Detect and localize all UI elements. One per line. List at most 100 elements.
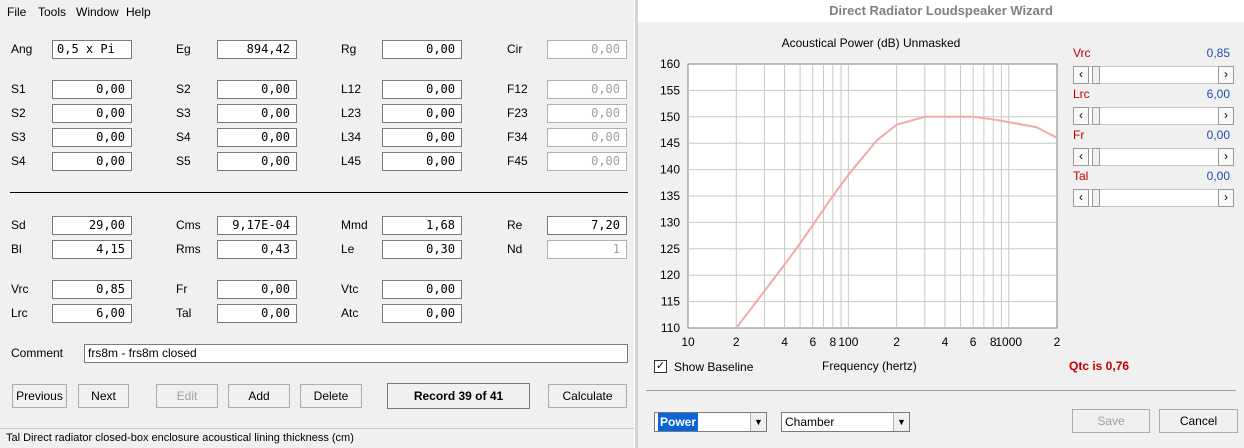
menu-file[interactable]: File — [7, 5, 26, 19]
param-field-lrc[interactable]: 6,00 — [52, 304, 132, 323]
mode-select-value: Power — [658, 413, 699, 431]
cancel-button[interactable]: Cancel — [1159, 409, 1238, 433]
param-field-l34[interactable]: 0,00 — [382, 128, 462, 147]
param-label-ang: Ang — [11, 42, 33, 56]
slider-thumb[interactable] — [1092, 66, 1101, 84]
environment-select[interactable]: Chamber ▼ — [781, 412, 910, 432]
menu-window[interactable]: Window — [76, 5, 119, 19]
chevron-down-icon: ▼ — [750, 413, 766, 431]
edit-button[interactable]: Edit — [156, 384, 218, 408]
param-label-s4: S4 — [11, 154, 26, 168]
param-label-cir: Cir — [507, 42, 523, 56]
param-field-re[interactable]: 7,20 — [547, 216, 627, 235]
param-field-tal[interactable]: 0,00 — [217, 304, 297, 323]
param-label-cms: Cms — [176, 218, 201, 232]
param-field-l23[interactable]: 0,00 — [382, 104, 462, 123]
param-field-sd[interactable]: 29,00 — [52, 216, 132, 235]
param-field-cir: 0,00 — [547, 40, 627, 59]
param-field-s3[interactable]: 0,00 — [217, 104, 297, 123]
y-tick-label: 130 — [660, 215, 680, 229]
chevron-left-icon[interactable]: ‹ — [1073, 189, 1089, 207]
param-field-mmd[interactable]: 1,68 — [382, 216, 462, 235]
param-field-s3[interactable]: 0,00 — [52, 128, 132, 147]
slider-thumb[interactable] — [1092, 107, 1101, 125]
chevron-right-icon[interactable]: › — [1218, 148, 1234, 166]
param-label-s1: S1 — [11, 82, 26, 96]
y-tick-label: 125 — [660, 242, 680, 256]
param-label-l45: L45 — [341, 154, 362, 168]
param-label-f45: F45 — [507, 154, 528, 168]
chevron-left-icon[interactable]: ‹ — [1073, 107, 1089, 125]
show-baseline-checkbox[interactable]: ✓ — [654, 360, 667, 373]
comment-field[interactable]: frs8m - frs8m closed — [84, 344, 628, 363]
chevron-right-icon[interactable]: › — [1218, 66, 1234, 84]
param-field-s2[interactable]: 0,00 — [52, 104, 132, 123]
slider-value-tal: 0,00 — [1206, 169, 1230, 183]
param-field-bl[interactable]: 4,15 — [52, 240, 132, 259]
param-label-s2: S2 — [176, 82, 191, 96]
param-field-vtc[interactable]: 0,00 — [382, 280, 462, 299]
footer-divider — [646, 390, 1236, 391]
save-button[interactable]: Save — [1072, 409, 1150, 433]
x-tick-label: 10 — [681, 335, 695, 349]
param-field-s5[interactable]: 0,00 — [217, 152, 297, 171]
param-label-s3: S3 — [11, 130, 26, 144]
param-field-f34: 0,00 — [547, 128, 627, 147]
param-field-s1[interactable]: 0,00 — [52, 80, 132, 99]
database-window: File Tools Window Help Ang 0,5 x Pi Eg 894,… — [0, 0, 634, 448]
param-field-l12[interactable]: 0,00 — [382, 80, 462, 99]
param-field-vrc[interactable]: 0,85 — [52, 280, 132, 299]
param-label-tal: Tal — [176, 306, 192, 320]
param-field-l45[interactable]: 0,00 — [382, 152, 462, 171]
x-tick-label: 8 — [829, 335, 836, 349]
y-tick-label: 150 — [660, 110, 680, 124]
slider-thumb[interactable] — [1092, 148, 1101, 166]
param-label-s3: S3 — [176, 106, 191, 120]
add-button[interactable]: Add — [228, 384, 290, 408]
param-field-le[interactable]: 0,30 — [382, 240, 462, 259]
calculate-button[interactable]: Calculate — [548, 384, 627, 408]
slider-thumb[interactable] — [1092, 189, 1101, 207]
mode-select[interactable]: Power ▼ — [654, 412, 767, 432]
x-tick-label: 6 — [809, 335, 816, 349]
y-tick-label: 140 — [660, 163, 680, 177]
frequency-chart: 11011512012513013514014515015516010 2 4 6 8 1… — [660, 57, 1061, 349]
wizard-title: Direct Radiator Loudspeaker Wizard — [638, 0, 1244, 22]
param-field-cms[interactable]: 9,17E-04 — [217, 216, 297, 235]
param-label-f34: F34 — [507, 130, 528, 144]
param-label-l34: L34 — [341, 130, 362, 144]
param-field-s4[interactable]: 0,00 — [52, 152, 132, 171]
slider-value-vrc: 0,85 — [1206, 46, 1230, 60]
param-field-ang[interactable]: 0,5 x Pi — [52, 40, 132, 59]
chevron-right-icon[interactable]: › — [1218, 189, 1234, 207]
menu-tools[interactable]: Tools — [38, 5, 66, 19]
menu-help[interactable]: Help — [126, 5, 151, 19]
param-field-fr[interactable]: 0,00 — [217, 280, 297, 299]
param-field-s2[interactable]: 0,00 — [217, 80, 297, 99]
record-indicator: Record 39 of 41 — [387, 383, 530, 409]
status-bar: Tal Direct radiator closed-box enclosure… — [0, 428, 634, 448]
param-label-mmd: Mmd — [341, 218, 368, 232]
x-tick-label: 2 — [1054, 335, 1061, 349]
param-field-rg[interactable]: 0,00 — [382, 40, 462, 59]
next-button[interactable]: Next — [78, 384, 129, 408]
y-tick-label: 110 — [661, 321, 680, 335]
param-label-sd: Sd — [11, 218, 26, 232]
param-field-rms[interactable]: 0,43 — [217, 240, 297, 259]
delete-button[interactable]: Delete — [300, 384, 362, 408]
param-field-nd: 1 — [547, 240, 627, 259]
previous-button[interactable]: Previous — [12, 384, 67, 408]
param-field-eg[interactable]: 894,42 — [217, 40, 297, 59]
param-field-s4[interactable]: 0,00 — [217, 128, 297, 147]
chevron-right-icon[interactable]: › — [1218, 107, 1234, 125]
chevron-left-icon[interactable]: ‹ — [1073, 66, 1089, 84]
param-label-rg: Rg — [341, 42, 357, 56]
param-label-re: Re — [507, 218, 523, 232]
param-label-vtc: Vtc — [341, 282, 359, 296]
param-label-s4: S4 — [176, 130, 191, 144]
chevron-left-icon[interactable]: ‹ — [1073, 148, 1089, 166]
comment-label: Comment — [11, 346, 64, 360]
x-tick-label: 6 — [970, 335, 977, 349]
param-field-atc[interactable]: 0,00 — [382, 304, 462, 323]
y-tick-label: 160 — [660, 57, 680, 71]
